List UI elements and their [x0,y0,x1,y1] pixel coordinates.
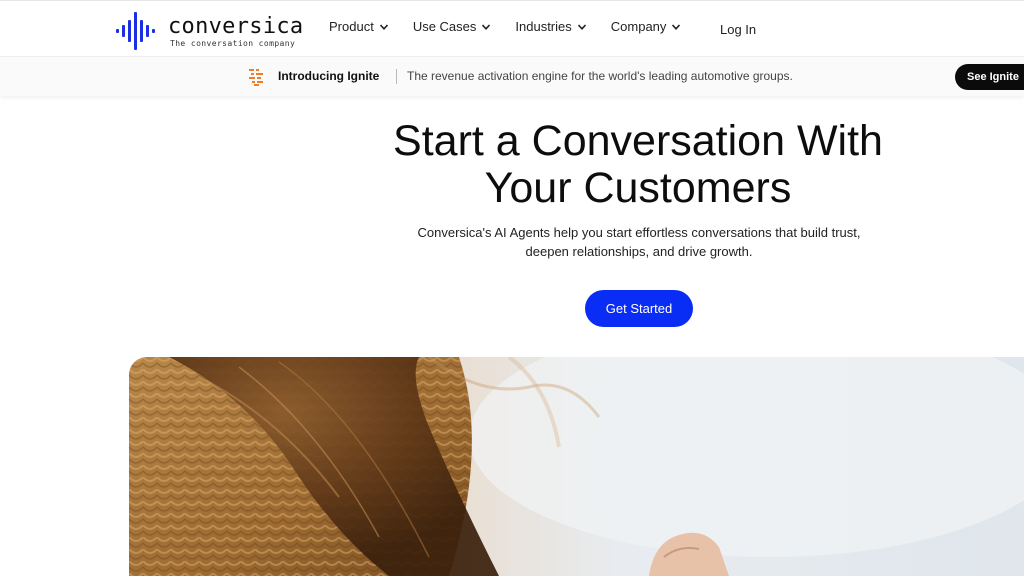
nav-item-company[interactable]: Company [611,19,682,34]
brand-name: conversica [168,13,304,39]
announcement-title: Introducing Ignite [278,69,380,83]
nav-item-label: Industries [515,19,572,34]
hero-subtitle-line-1: Conversica's AI Agents help you start ef… [417,225,861,240]
nav-item-product[interactable]: Product [329,19,389,34]
get-started-button[interactable]: Get Started [585,290,693,327]
announcement-bar: Introducing Ignite The revenue activatio… [0,56,1024,96]
hero-title: Start a Conversation With Your Customers [334,118,942,212]
nav-item-use-cases[interactable]: Use Cases [413,19,492,34]
nav-item-industries[interactable]: Industries [515,19,586,34]
hero-photo-illustration [129,357,1024,576]
logo-text: conversica The conversation company [168,13,304,48]
announcement-description: The revenue activation engine for the wo… [407,69,793,83]
top-navigation: conversica The conversation company Prod… [0,0,1024,56]
hero-subtitle: Conversica's AI Agents help you start ef… [384,223,894,261]
nav-item-label: Product [329,19,374,34]
hero-photo [129,357,1024,576]
chevron-down-icon [577,23,586,30]
see-ignite-button[interactable]: See Ignite [955,64,1024,90]
hero-title-line-1: Start a Conversation With [393,117,883,165]
sound-wave-logo-icon [116,12,155,50]
chevron-down-icon [379,23,388,30]
brand-tagline: The conversation company [170,38,296,48]
chevron-down-icon [672,23,681,30]
conversica-logo[interactable]: conversica The conversation company [114,11,303,51]
nav-item-label: Use Cases [412,19,477,34]
login-link[interactable]: Log In [720,22,756,37]
ignite-icon [249,69,263,86]
announcement-divider [396,69,397,84]
main-nav: Product Use Cases Industries Company [329,19,705,34]
chevron-down-icon [482,23,491,30]
nav-item-label: Company [610,19,667,34]
hero-subtitle-line-2: deepen relationships, and drive growth. [525,244,753,259]
hero-title-line-2: Your Customers [484,164,792,212]
